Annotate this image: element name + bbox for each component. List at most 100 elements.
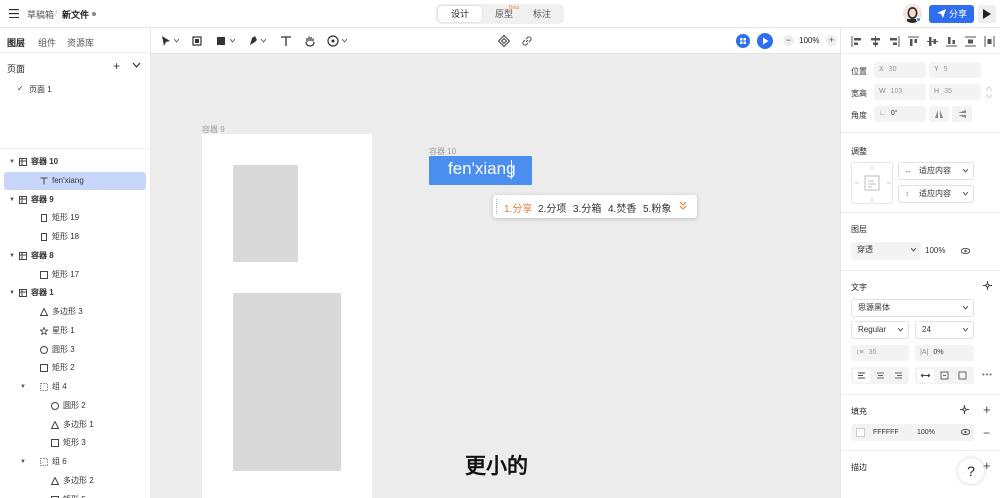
tab-prototype[interactable]: 原型 (482, 6, 526, 22)
layer-row[interactable]: ▼ 组 6 (4, 453, 146, 471)
lock-ratio-icon[interactable] (985, 87, 993, 98)
tab-layers[interactable]: 图层 (7, 36, 25, 49)
layer-row[interactable]: 矩形 3 (4, 434, 146, 452)
zoom-out-button[interactable]: − (783, 35, 794, 46)
align-left-icon[interactable] (851, 36, 862, 47)
expand-arrow-icon[interactable]: ▼ (20, 453, 26, 471)
eye-icon[interactable] (961, 429, 970, 435)
height-field[interactable]: H 35 (929, 84, 981, 100)
align-center-h-icon[interactable] (870, 36, 881, 47)
line-height-field[interactable]: ↕≡ 35 (851, 345, 909, 361)
hand-tool-icon[interactable] (303, 34, 317, 48)
component-icon[interactable] (497, 34, 511, 48)
text-align-center-icon[interactable] (872, 369, 889, 382)
layer-row[interactable]: fen'xiang (4, 171, 146, 190)
pen-tool-icon[interactable] (246, 34, 260, 48)
chevron-down-icon[interactable] (679, 200, 687, 212)
font-size-select[interactable]: 24 (915, 321, 974, 339)
layer-row[interactable]: 矩形 19 (4, 209, 146, 227)
constraint-widget[interactable] (851, 162, 893, 204)
editing-text[interactable]: fen'xiang (448, 159, 516, 179)
add-stroke-button[interactable]: + (983, 458, 991, 473)
rectangle-tool-icon[interactable] (214, 34, 228, 48)
zoom-level[interactable]: 100% (799, 36, 819, 45)
share-button[interactable]: 分享 (929, 5, 974, 23)
expand-arrow-icon[interactable]: ▼ (9, 284, 15, 302)
layer-row[interactable]: 圆形 3 (4, 341, 146, 359)
more-icon[interactable] (982, 373, 992, 376)
text-style-icon[interactable] (983, 281, 992, 290)
fixed-size-icon[interactable] (954, 369, 971, 382)
align-center-v-icon[interactable] (927, 36, 938, 47)
font-family-select[interactable]: 思源黑体 (851, 299, 974, 317)
chevron-down-icon[interactable] (342, 39, 347, 43)
y-field[interactable]: Y5 (929, 62, 981, 78)
eye-icon[interactable] (961, 248, 970, 254)
ime-candidate-2[interactable]: 2.分项 (538, 200, 566, 215)
tab-annotate[interactable]: 标注 (522, 6, 562, 22)
fill-style-icon[interactable] (960, 405, 969, 414)
ime-candidate-1[interactable]: 1.分享 (504, 200, 532, 215)
angle-field[interactable]: ∟ 0° (874, 106, 926, 122)
layer-row[interactable]: ▼ 容器 9 (4, 191, 146, 209)
preview-button[interactable] (757, 33, 773, 49)
font-weight-select[interactable]: Regular (851, 321, 909, 339)
tab-components[interactable]: 组件 (38, 36, 56, 49)
layer-row[interactable]: 圆形 2 (4, 397, 146, 415)
blend-mode-select[interactable]: 穿透 (851, 242, 921, 260)
layer-row[interactable]: 多边形 3 (4, 303, 146, 321)
tab-design[interactable]: 设计 (438, 6, 482, 22)
layer-row[interactable]: 矩形 18 (4, 228, 146, 246)
comment-tool-icon[interactable] (326, 34, 340, 48)
layer-row[interactable]: 矩形 2 (4, 359, 146, 377)
layer-row[interactable]: ▼ 容器 1 (4, 284, 146, 302)
expand-arrow-icon[interactable]: ▼ (9, 153, 15, 171)
canvas[interactable]: 容器 9 容器 10 fen'xiang 1.分享 2.分项 3.分箱 4.焚香… (151, 54, 840, 498)
add-fill-button[interactable]: + (983, 402, 991, 417)
zoom-in-button[interactable]: + (826, 35, 837, 46)
present-button[interactable] (978, 5, 996, 23)
text-align-right-icon[interactable] (890, 369, 907, 382)
letter-spacing-field[interactable]: |A| 0% (915, 345, 974, 361)
chevron-down-icon[interactable] (174, 39, 179, 43)
chevron-down-icon[interactable] (230, 39, 235, 43)
expand-arrow-icon[interactable]: ▼ (9, 247, 15, 265)
layer-row[interactable]: ▼ 容器 10 (4, 153, 146, 171)
layer-row[interactable]: 星形 1 (4, 322, 146, 340)
layer-row[interactable]: 多边形 2 (4, 472, 146, 490)
ime-candidate-5[interactable]: 5.粉象 (643, 200, 671, 215)
x-field[interactable]: X 30 (874, 62, 926, 78)
rectangle-18[interactable] (233, 293, 341, 471)
tab-assets[interactable]: 资源库 (67, 36, 94, 49)
menu-icon[interactable] (9, 9, 19, 18)
layer-row[interactable]: 矩形 17 (4, 266, 146, 284)
align-right-icon[interactable] (889, 36, 900, 47)
breadcrumb-drafts[interactable]: 草稿箱 (27, 8, 54, 21)
resize-horizontal-select[interactable]: ↔ 适应内容 (898, 162, 974, 180)
auto-height-icon[interactable] (936, 369, 953, 382)
text-tool-icon[interactable] (279, 34, 293, 48)
link-icon[interactable] (520, 34, 534, 48)
layer-row[interactable]: ▼ 容器 8 (4, 247, 146, 265)
flip-h-button[interactable] (929, 106, 949, 122)
file-name[interactable]: 新文件 (62, 8, 89, 21)
rectangle-19[interactable] (233, 165, 298, 262)
distribute-h-icon[interactable] (965, 36, 976, 47)
help-button[interactable]: ? (958, 458, 984, 484)
auto-width-button[interactable] (917, 369, 934, 382)
frame-10-selected[interactable]: fen'xiang (429, 156, 532, 185)
move-tool-icon[interactable] (159, 34, 173, 48)
layer-row[interactable]: 多边形 1 (4, 416, 146, 434)
ime-candidate-4[interactable]: 4.焚香 (608, 200, 636, 215)
fill-swatch[interactable] (856, 428, 865, 437)
remove-fill-button[interactable]: − (983, 426, 990, 440)
add-page-button[interactable]: + (113, 60, 120, 72)
chevron-down-icon[interactable] (132, 62, 141, 68)
align-top-icon[interactable] (908, 36, 919, 47)
ime-drag-handle[interactable] (496, 199, 498, 214)
frame-tool-icon[interactable] (190, 34, 204, 48)
flip-v-button[interactable] (952, 106, 972, 122)
align-bottom-icon[interactable] (946, 36, 957, 47)
layer-row[interactable]: ▼ 组 4 (4, 378, 146, 396)
ime-candidate-3[interactable]: 3.分箱 (573, 200, 601, 215)
